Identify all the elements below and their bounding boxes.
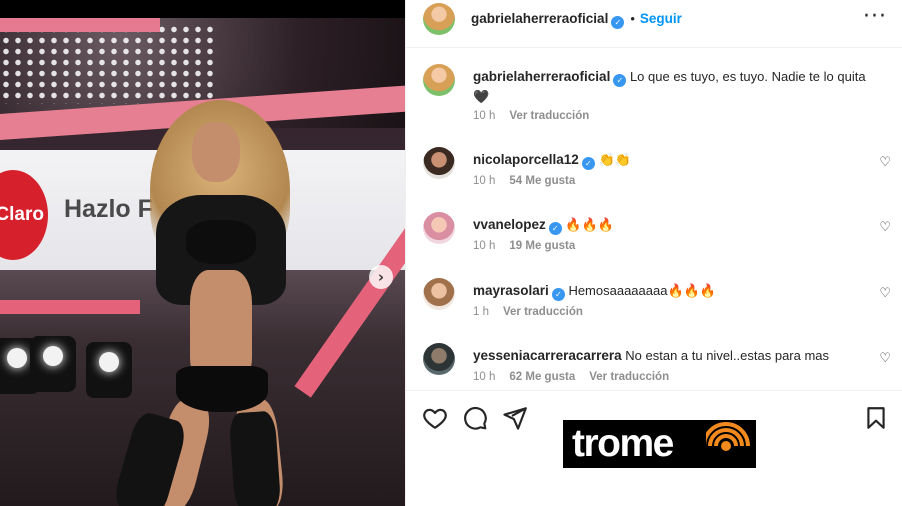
translate-link[interactable]: Ver traducción bbox=[589, 371, 669, 383]
verified-badge-icon: ✓ bbox=[611, 16, 625, 29]
comment-text: No estan a tu nivel..estas para mas bbox=[625, 348, 830, 363]
stage-pink-light bbox=[0, 18, 160, 32]
comment-time: 10 h bbox=[473, 240, 496, 252]
avatar[interactable] bbox=[423, 343, 455, 375]
caption-text-block: gabrielaherreraoficial ✓ Lo que es tuyo, … bbox=[473, 67, 873, 106]
comment-text: 🔥🔥🔥 bbox=[565, 217, 614, 232]
translate-link[interactable]: Ver traducción bbox=[509, 110, 589, 122]
comment-likes[interactable]: 19 Me gusta bbox=[509, 240, 575, 252]
heart-icon[interactable]: ♡ bbox=[879, 220, 891, 235]
avatar[interactable] bbox=[423, 278, 455, 310]
trome-wordmark: trome bbox=[572, 422, 674, 465]
comment-text: 👏👏 bbox=[598, 152, 631, 167]
post-panel: gabrielaherreraoficial ✓ • Seguir ··· gabri… bbox=[405, 0, 902, 506]
separator-dot: • bbox=[630, 11, 635, 26]
comment-username[interactable]: mayrasolari bbox=[473, 283, 549, 298]
comment-meta: 10 h 62 Me gusta Ver traducción bbox=[473, 371, 683, 383]
person-boot bbox=[228, 410, 282, 506]
header-user: gabrielaherreraoficial ✓ • Seguir bbox=[471, 11, 682, 29]
comment-meta: 1 h Ver traducción bbox=[473, 306, 597, 318]
post-header: gabrielaherreraoficial ✓ • Seguir ··· bbox=[406, 0, 902, 48]
stage-red-stripe bbox=[0, 300, 140, 314]
comment-likes[interactable]: 54 Me gusta bbox=[509, 175, 575, 187]
heart-icon[interactable]: ♡ bbox=[879, 155, 891, 170]
heart-icon[interactable] bbox=[422, 405, 448, 431]
trome-signal-icon bbox=[706, 422, 750, 451]
post-media[interactable]: Claro Hazlo F › bbox=[0, 0, 405, 506]
avatar[interactable] bbox=[423, 212, 455, 244]
media-top-bar bbox=[0, 0, 405, 18]
comment-meta: 10 h 54 Me gusta bbox=[473, 175, 589, 187]
verified-badge-icon: ✓ bbox=[613, 74, 627, 87]
verified-badge-icon: ✓ bbox=[551, 288, 565, 301]
more-horizontal-icon[interactable]: ··· bbox=[863, 6, 887, 28]
person-photo bbox=[111, 100, 330, 506]
person-shorts bbox=[176, 366, 268, 412]
comment-username[interactable]: vvanelopez bbox=[473, 217, 546, 232]
person-face bbox=[192, 122, 240, 182]
comment-text: Hemosaaaaaaaa🔥🔥🔥 bbox=[568, 283, 717, 298]
comment-likes[interactable]: 62 Me gusta bbox=[509, 371, 575, 383]
action-bar: trome bbox=[406, 390, 902, 506]
comment-time: 1 h bbox=[473, 306, 489, 318]
comment-time: 10 h bbox=[473, 371, 496, 383]
heart-icon[interactable]: ♡ bbox=[879, 351, 891, 366]
chevron-right-icon[interactable]: › bbox=[369, 265, 393, 289]
person-top bbox=[186, 220, 256, 264]
avatar[interactable] bbox=[423, 64, 455, 96]
stage-lamp bbox=[30, 336, 76, 392]
follow-button[interactable]: Seguir bbox=[640, 11, 682, 26]
caption-time: 10 h bbox=[473, 110, 496, 122]
avatar[interactable] bbox=[423, 3, 455, 35]
caption-username[interactable]: gabrielaherreraoficial bbox=[473, 69, 610, 84]
heart-icon[interactable]: ♡ bbox=[879, 286, 891, 301]
translate-link[interactable]: Ver traducción bbox=[503, 306, 583, 318]
comment-username[interactable]: nicolaporcella12 bbox=[473, 152, 579, 167]
username[interactable]: gabrielaherreraoficial bbox=[471, 11, 608, 26]
comment-text-block: vvanelopez ✓ 🔥🔥🔥 bbox=[473, 215, 873, 235]
bookmark-icon[interactable] bbox=[863, 405, 889, 431]
verified-badge-icon: ✓ bbox=[548, 222, 562, 235]
share-icon[interactable] bbox=[502, 405, 528, 431]
trome-logo: trome bbox=[563, 420, 756, 468]
person-torso bbox=[190, 270, 252, 380]
comment-text-block: mayrasolari ✓ Hemosaaaaaaaa🔥🔥🔥 bbox=[473, 281, 873, 301]
stage-lights bbox=[0, 24, 215, 104]
comment-text-block: yesseniacarreracarrera No estan a tu niv… bbox=[473, 346, 873, 365]
comment-text-block: nicolaporcella12 ✓ 👏👏 bbox=[473, 150, 873, 170]
avatar[interactable] bbox=[423, 147, 455, 179]
caption-meta: 10 h Ver traducción bbox=[473, 110, 603, 122]
comment-username[interactable]: yesseniacarreracarrera bbox=[473, 348, 622, 363]
verified-badge-icon: ✓ bbox=[581, 157, 595, 170]
comment-time: 10 h bbox=[473, 175, 496, 187]
comment-icon[interactable] bbox=[462, 405, 488, 431]
comment-meta: 10 h 19 Me gusta bbox=[473, 240, 589, 252]
